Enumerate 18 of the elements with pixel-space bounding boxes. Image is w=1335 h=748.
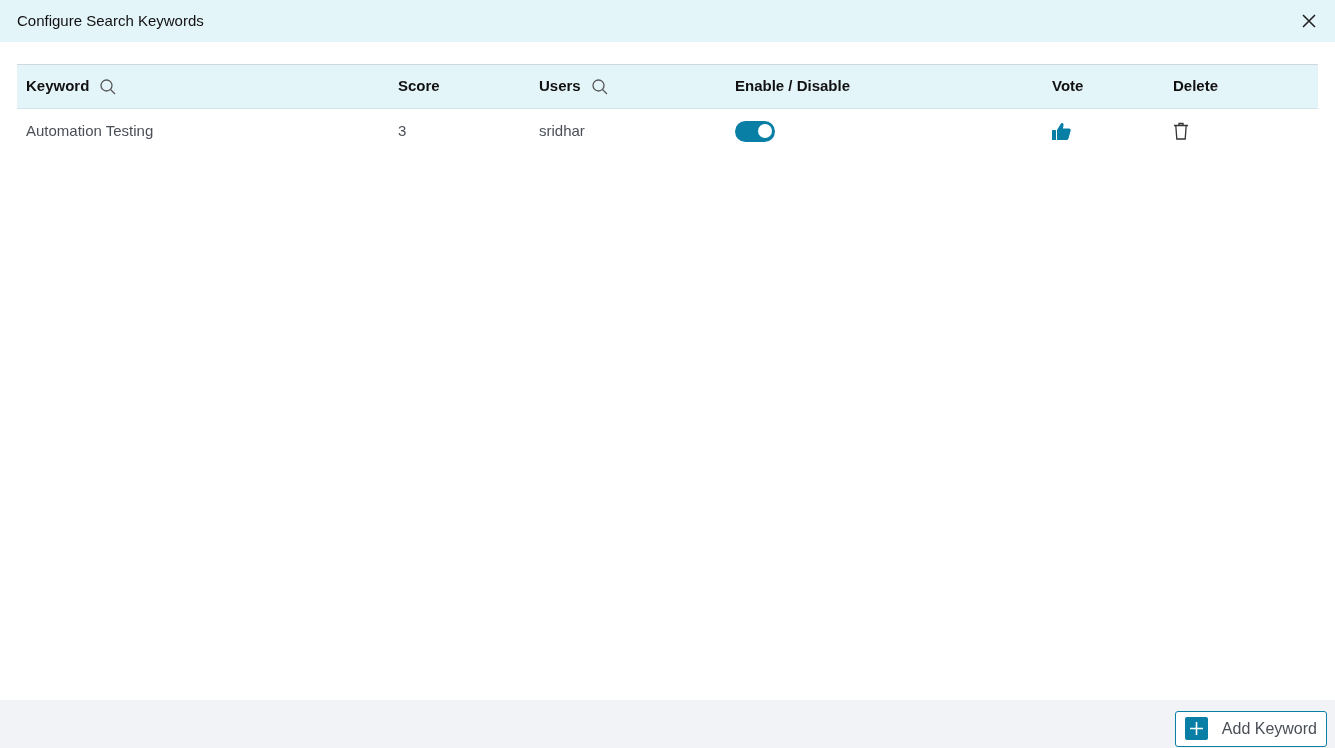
table-cell: sridhar	[539, 121, 585, 139]
column-header: Vote	[1052, 76, 1084, 97]
column-header: Delete	[1173, 76, 1219, 97]
table-cell: 3	[398, 121, 407, 139]
table-cell: Automation Testing	[26, 121, 154, 139]
toggle-switch[interactable]	[735, 120, 775, 142]
plus-icon	[1184, 717, 1208, 740]
column-header: Keyword	[26, 76, 90, 97]
column-header: Users	[539, 76, 581, 97]
thumbs-up-icon[interactable]	[1052, 122, 1071, 140]
trash-icon[interactable]	[1173, 122, 1189, 140]
dialog-title: Configure Search Keywords	[17, 10, 204, 31]
column-header: Score	[398, 76, 440, 97]
search-icon[interactable]	[590, 77, 609, 96]
add-keyword-button[interactable]: Add Keyword	[1174, 710, 1327, 747]
close-icon[interactable]	[1302, 14, 1316, 28]
search-icon[interactable]	[99, 77, 118, 96]
column-header: Enable / Disable	[735, 76, 851, 97]
